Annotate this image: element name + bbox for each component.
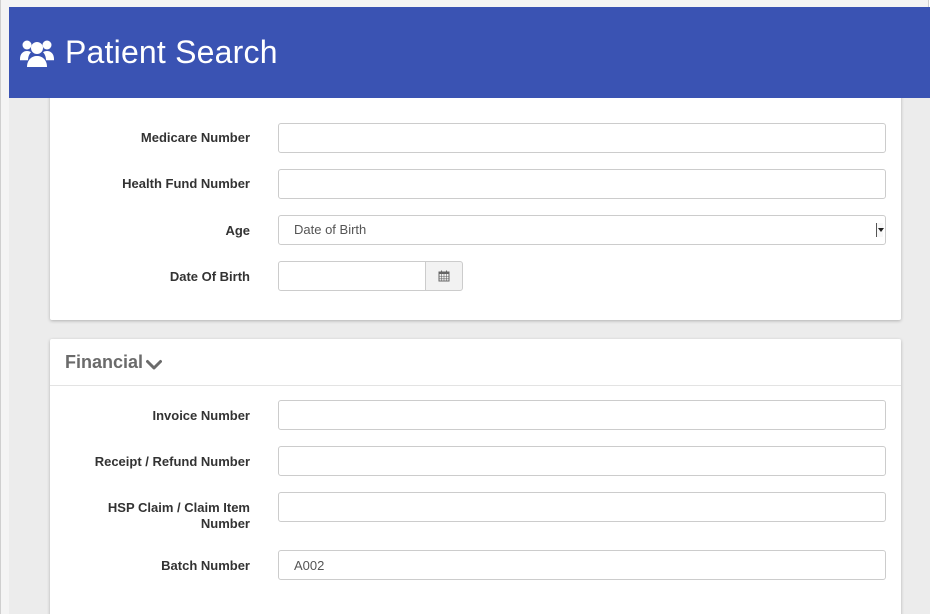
- age-select[interactable]: Date of Birth: [278, 215, 886, 245]
- hsp-claim-number-label: HSP Claim / Claim Item Number: [107, 500, 250, 531]
- invoice-number-label: Invoice Number: [152, 408, 250, 423]
- page-header: Patient Search: [9, 7, 930, 98]
- app-window: Patient Search Medicare Number Health Fu…: [0, 0, 930, 614]
- page-title: Patient Search: [65, 34, 278, 70]
- financial-section-title: Financial: [65, 351, 144, 372]
- health-fund-number-label: Health Fund Number: [122, 176, 250, 191]
- hsp-claim-number-input[interactable]: [278, 492, 886, 522]
- medicare-number-label: Medicare Number: [140, 130, 250, 145]
- health-fund-number-input[interactable]: [278, 169, 886, 199]
- dropdown-arrow-icon: [876, 223, 884, 237]
- batch-number-input[interactable]: [278, 550, 886, 580]
- medicare-number-input[interactable]: [278, 123, 886, 153]
- date-picker-button[interactable]: [425, 261, 463, 291]
- financial-section-header[interactable]: Financial: [50, 339, 901, 386]
- main-content[interactable]: Medicare Number Health Fund Number Age D…: [9, 98, 930, 614]
- users-icon: [20, 40, 54, 67]
- receipt-refund-number-input[interactable]: [278, 446, 886, 476]
- date-of-birth-input[interactable]: [278, 261, 426, 291]
- batch-number-label: Batch Number: [161, 558, 250, 573]
- age-select-value: Date of Birth: [294, 222, 367, 237]
- chevron-down-icon[interactable]: [146, 359, 163, 371]
- calendar-icon: [438, 270, 450, 282]
- identifiers-card: Medicare Number Health Fund Number Age D…: [50, 98, 901, 320]
- age-label: Age: [225, 223, 250, 238]
- financial-card: Financial Invoice Number Receipt / Refun…: [50, 339, 901, 614]
- invoice-number-input[interactable]: [278, 400, 886, 430]
- date-of-birth-label: Date Of Birth: [169, 269, 250, 284]
- receipt-refund-number-label: Receipt / Refund Number: [94, 454, 250, 469]
